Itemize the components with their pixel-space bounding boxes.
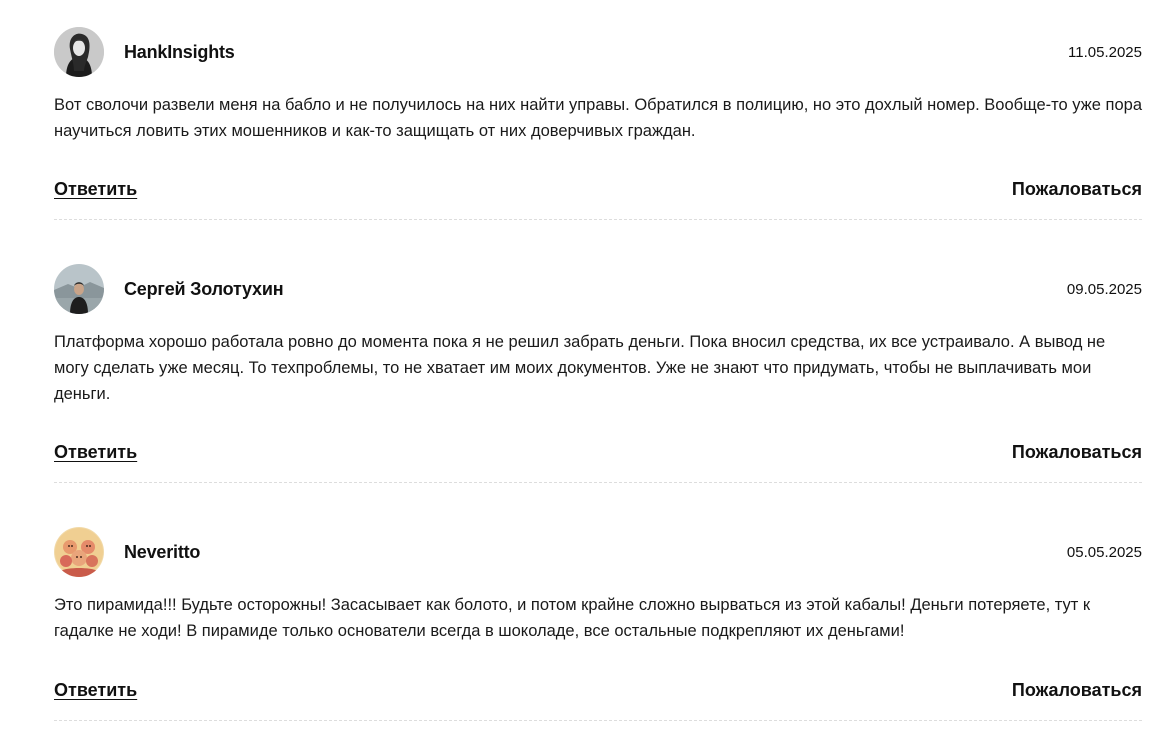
avatar[interactable] — [54, 27, 104, 77]
comment-text: Это пирамида!!! Будьте осторожны! Засасы… — [54, 596, 1091, 640]
comment-text: Платформа хорошо работала ровно до момен… — [54, 333, 1106, 403]
comment-item: Neveritto 05.05.2025 Это пирамида!!! Буд… — [54, 527, 1142, 721]
comment-actions: Ответить Пожаловаться — [54, 177, 1142, 201]
comment-actions: Ответить Пожаловаться — [54, 440, 1142, 464]
avatar-illustration-icon — [54, 527, 104, 577]
comment-header: Сергей Золотухин 09.05.2025 — [54, 264, 1142, 316]
comment-date: 05.05.2025 — [1066, 544, 1142, 561]
reply-button[interactable]: Ответить — [54, 177, 137, 201]
comment-item: Сергей Золотухин 09.05.2025 Платформа хо… — [54, 264, 1142, 483]
comments-list: HankInsights 11.05.2025 Вот сволочи разв… — [0, 0, 1163, 740]
avatar[interactable] — [54, 527, 104, 577]
comment-text: Вот сволочи развели меня на бабло и не п… — [54, 96, 1142, 140]
report-button[interactable]: Пожаловаться — [1012, 177, 1142, 201]
report-button[interactable]: Пожаловаться — [1012, 440, 1142, 464]
comment-date: 11.05.2025 — [1068, 44, 1142, 61]
avatar[interactable] — [54, 264, 104, 314]
avatar-photo-icon — [54, 264, 104, 314]
comment-actions: Ответить Пожаловаться — [54, 678, 1142, 702]
comment-date: 09.05.2025 — [1066, 281, 1142, 298]
reply-button[interactable]: Ответить — [54, 440, 137, 464]
report-button[interactable]: Пожаловаться — [1012, 678, 1142, 702]
author-name: Neveritto — [124, 542, 201, 562]
avatar-photo-icon — [54, 27, 104, 77]
reply-button[interactable]: Ответить — [54, 678, 137, 702]
comment-header: Neveritto 05.05.2025 — [54, 527, 1142, 579]
author-name: HankInsights — [124, 42, 235, 62]
comment-item: HankInsights 11.05.2025 Вот сволочи разв… — [54, 27, 1142, 220]
comment-header: HankInsights 11.05.2025 — [54, 27, 1142, 79]
author-name: Сергей Золотухин — [124, 279, 284, 299]
